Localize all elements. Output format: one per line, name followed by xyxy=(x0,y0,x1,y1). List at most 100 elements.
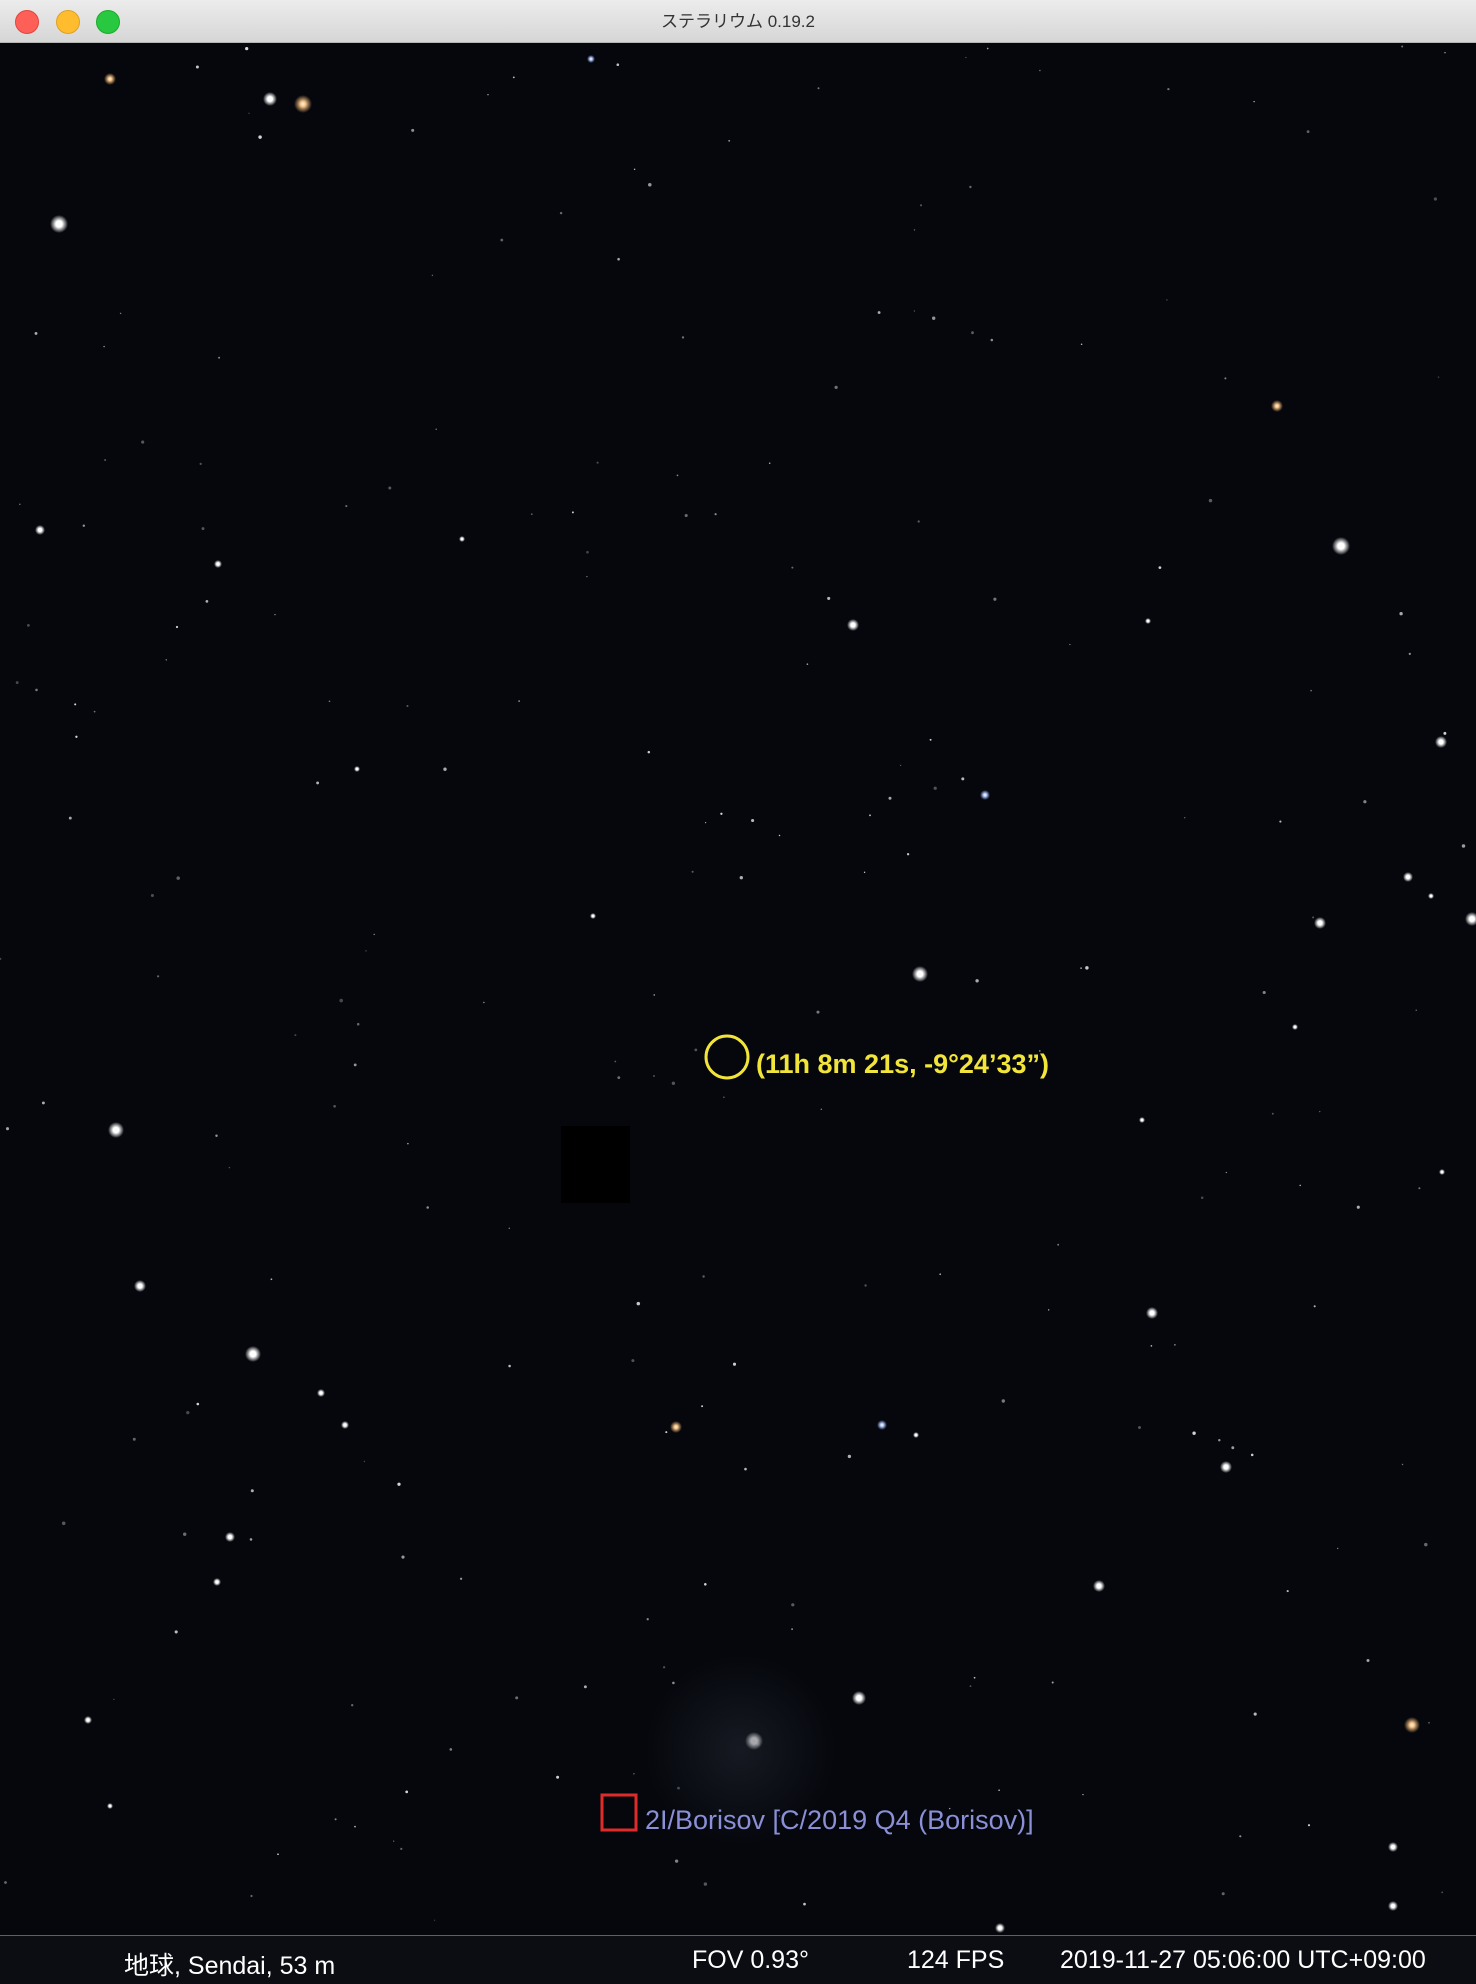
faint-star xyxy=(1150,1345,1153,1347)
star xyxy=(1332,537,1350,555)
faint-star xyxy=(363,1460,366,1463)
faint-star xyxy=(939,1273,942,1276)
faint-star xyxy=(433,1919,436,1921)
faint-star xyxy=(1166,299,1168,301)
faint-star xyxy=(817,87,820,90)
faint-star xyxy=(1279,820,1282,823)
faint-star xyxy=(74,703,77,706)
faint-star xyxy=(199,462,202,466)
faint-star xyxy=(702,1275,705,1278)
selection-marker-circle[interactable] xyxy=(704,1034,750,1080)
faint-star xyxy=(665,1431,668,1434)
star xyxy=(459,536,465,542)
faint-star xyxy=(986,47,989,50)
object-marker-square[interactable] xyxy=(600,1793,638,1832)
faint-star xyxy=(435,428,437,430)
faint-star xyxy=(969,185,972,189)
faint-star xyxy=(356,1022,360,1026)
faint-star xyxy=(631,1359,635,1363)
faint-star xyxy=(1271,1112,1274,1115)
faint-star xyxy=(407,1142,409,1145)
faint-star xyxy=(633,168,636,171)
faint-star xyxy=(406,705,409,707)
faint-star xyxy=(186,1410,190,1415)
faint-star xyxy=(393,1840,395,1842)
faint-star xyxy=(816,1010,820,1014)
star-field xyxy=(0,45,1476,1933)
star xyxy=(134,1280,146,1292)
faint-star xyxy=(218,356,221,359)
faint-star xyxy=(75,735,78,738)
faint-star xyxy=(373,933,375,936)
faint-star xyxy=(459,1577,463,1580)
faint-star xyxy=(681,336,685,339)
faint-star xyxy=(646,1618,649,1621)
faint-star xyxy=(1085,966,1089,970)
faint-star xyxy=(728,139,731,142)
star xyxy=(108,1122,124,1138)
star xyxy=(913,1432,919,1438)
faint-star xyxy=(104,459,106,461)
faint-star xyxy=(431,274,434,277)
faint-star xyxy=(739,876,743,880)
faint-star xyxy=(556,1775,560,1779)
star xyxy=(1428,893,1434,899)
faint-star xyxy=(443,767,447,771)
sky-view[interactable]: (11h 8m 21s, -9°24’33”) 2I/Borisov [C/20… xyxy=(0,43,1476,1935)
faint-star xyxy=(215,1134,218,1138)
faint-star xyxy=(684,513,688,518)
faint-star xyxy=(274,613,276,616)
faint-star xyxy=(583,1685,587,1689)
faint-star xyxy=(820,1108,823,1110)
faint-star xyxy=(1051,1681,1054,1684)
faint-star xyxy=(365,950,367,952)
faint-star xyxy=(834,385,838,390)
faint-star xyxy=(228,1166,231,1169)
star xyxy=(587,55,595,63)
faint-star xyxy=(157,975,160,978)
faint-star xyxy=(500,238,504,242)
faint-star xyxy=(1221,1892,1225,1896)
faint-star xyxy=(508,1364,511,1368)
faint-star xyxy=(596,461,599,464)
dark-patch xyxy=(561,1126,630,1203)
faint-star xyxy=(616,63,620,66)
faint-star xyxy=(1401,1463,1404,1466)
faint-star xyxy=(791,566,794,569)
faint-star xyxy=(586,550,589,554)
star xyxy=(354,766,360,772)
faint-star xyxy=(913,229,916,231)
faint-star xyxy=(258,135,262,139)
faint-star xyxy=(1408,652,1411,656)
faint-star xyxy=(449,1748,453,1751)
faint-star xyxy=(113,1698,115,1701)
faint-star xyxy=(1299,1184,1301,1187)
faint-star xyxy=(1080,967,1082,969)
faint-star xyxy=(653,994,655,996)
faint-star xyxy=(530,513,533,516)
title-bar: ステラリウム 0.19.2 xyxy=(0,0,1476,43)
faint-star xyxy=(1231,1446,1235,1450)
star xyxy=(852,1691,866,1705)
faint-star xyxy=(701,1405,704,1408)
location-readout[interactable]: 地球, Sendai, 53 m xyxy=(124,1946,335,1982)
faint-star xyxy=(662,1666,666,1669)
faint-star xyxy=(1224,377,1227,380)
faint-star xyxy=(119,312,122,315)
faint-star xyxy=(175,625,179,629)
faint-star xyxy=(35,688,38,692)
faint-star xyxy=(426,1206,429,1209)
faint-star xyxy=(1057,1243,1060,1246)
faint-star xyxy=(751,818,755,823)
faint-star xyxy=(1444,51,1446,54)
star xyxy=(1403,872,1413,882)
faint-star xyxy=(869,814,871,817)
faint-star xyxy=(998,1789,1000,1792)
datetime-readout[interactable]: 2019-11-27 05:06:00 UTC+09:00 xyxy=(1060,1946,1426,1975)
faint-star xyxy=(714,513,717,516)
faint-star xyxy=(973,1676,976,1679)
faint-star xyxy=(165,659,168,661)
star xyxy=(1146,1307,1158,1319)
object-label: 2I/Borisov [C/2019 Q4 (Borisov)] xyxy=(645,1805,1034,1835)
faint-star xyxy=(676,474,679,477)
